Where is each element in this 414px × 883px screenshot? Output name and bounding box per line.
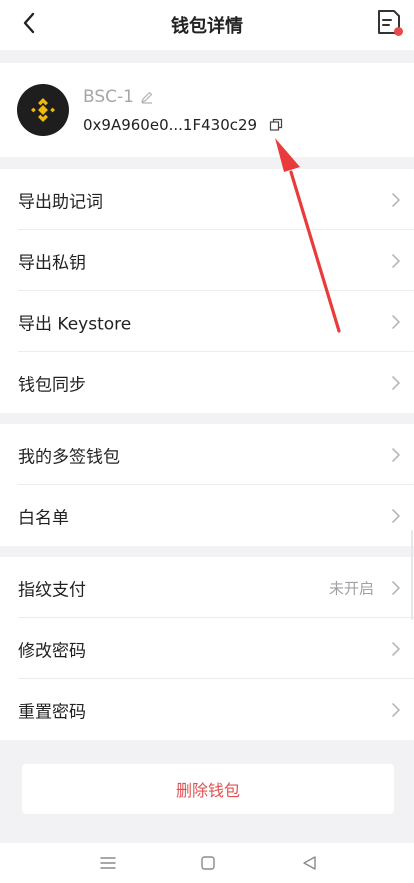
wallet-address: 0x9A960e0...1F430c29 bbox=[83, 116, 258, 134]
delete-section: 删除钱包 bbox=[0, 735, 414, 843]
row-reset-password[interactable]: 重置密码 bbox=[0, 679, 414, 740]
chevron-right-icon bbox=[392, 580, 400, 595]
delete-wallet-button[interactable]: 删除钱包 bbox=[22, 764, 394, 814]
chevron-right-icon bbox=[392, 702, 400, 717]
row-change-password[interactable]: 修改密码 bbox=[0, 618, 414, 679]
chevron-right-icon bbox=[392, 375, 400, 390]
copy-icon[interactable] bbox=[269, 118, 283, 132]
row-label: 重置密码 bbox=[18, 702, 86, 722]
row-fingerprint-payment[interactable]: 指纹支付 未开启 bbox=[0, 557, 414, 618]
row-wallet-sync[interactable]: 钱包同步 bbox=[0, 352, 414, 413]
system-nav-bar bbox=[0, 843, 414, 883]
wallet-name-row: BSC-1 bbox=[83, 87, 154, 107]
wallet-avatar bbox=[17, 84, 69, 136]
fingerprint-status: 未开启 bbox=[328, 579, 374, 597]
menu-icon[interactable] bbox=[99, 855, 117, 871]
row-label: 导出私钥 bbox=[18, 253, 86, 273]
wallet-address-row: 0x9A960e0...1F430c29 bbox=[83, 116, 283, 134]
chevron-right-icon bbox=[392, 253, 400, 268]
row-label: 我的多签钱包 bbox=[18, 447, 120, 467]
scrollbar bbox=[411, 530, 413, 620]
row-export-private-key[interactable]: 导出私钥 bbox=[0, 230, 414, 291]
edit-pencil-icon[interactable] bbox=[140, 90, 154, 104]
backup-button[interactable] bbox=[372, 5, 406, 39]
wallet-info-card: BSC-1 0x9A960e0...1F430c29 bbox=[0, 63, 414, 157]
row-label: 白名单 bbox=[18, 508, 69, 528]
app-header: 钱包详情 bbox=[0, 0, 414, 50]
row-whitelist[interactable]: 白名单 bbox=[0, 485, 414, 546]
binance-logo-icon bbox=[31, 98, 55, 122]
export-settings-group: 导出助记词 导出私钥 导出 Keystore 钱包同步 bbox=[0, 169, 414, 413]
row-my-multisig-wallet[interactable]: 我的多签钱包 bbox=[0, 424, 414, 485]
multisig-group: 我的多签钱包 白名单 bbox=[0, 424, 414, 546]
notification-dot bbox=[394, 27, 403, 36]
chevron-right-icon bbox=[392, 192, 400, 207]
row-export-keystore[interactable]: 导出 Keystore bbox=[0, 291, 414, 352]
chevron-right-icon bbox=[392, 641, 400, 656]
back-triangle-icon[interactable] bbox=[300, 855, 318, 871]
chevron-right-icon bbox=[392, 508, 400, 523]
row-label: 导出助记词 bbox=[18, 192, 103, 212]
security-group: 指纹支付 未开启 修改密码 重置密码 bbox=[0, 557, 414, 740]
page-title: 钱包详情 bbox=[171, 16, 243, 37]
chevron-right-icon bbox=[392, 314, 400, 329]
home-icon[interactable] bbox=[199, 855, 217, 871]
row-label: 指纹支付 bbox=[18, 580, 86, 600]
row-export-mnemonic[interactable]: 导出助记词 bbox=[0, 169, 414, 230]
row-label: 钱包同步 bbox=[18, 375, 86, 395]
row-label: 修改密码 bbox=[18, 641, 86, 661]
row-label: 导出 Keystore bbox=[18, 314, 132, 334]
wallet-name: BSC-1 bbox=[83, 87, 134, 107]
chevron-right-icon bbox=[392, 447, 400, 462]
